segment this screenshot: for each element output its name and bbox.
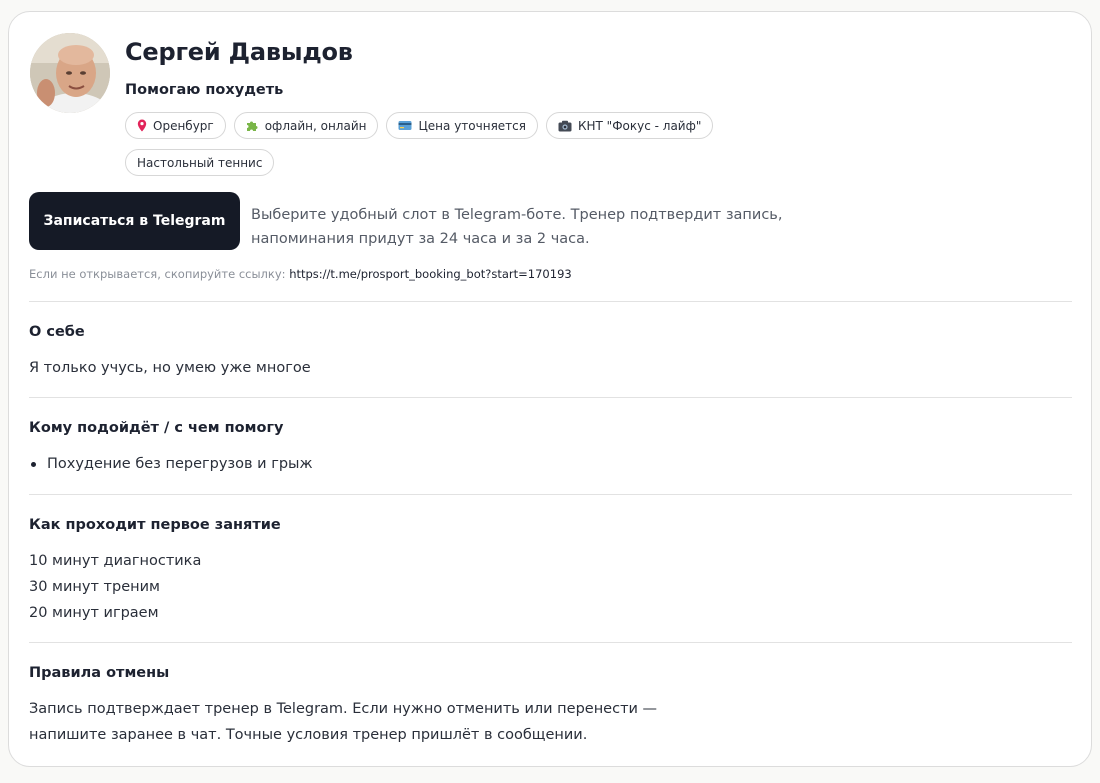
divider — [29, 397, 1072, 398]
list-item: 20 минут играем — [29, 605, 159, 621]
cancel-policy-text: Запись подтверждает тренер в Telegram. Е… — [29, 696, 657, 748]
cancel-policy-title: Правила отмены — [29, 665, 170, 681]
chip-label: Настольный теннис — [137, 155, 263, 170]
booking-hint: Выберите удобный слот в Telegram-боте. Т… — [251, 203, 811, 251]
fallback-label: Если не открывается, скопируйте ссылку: — [29, 267, 290, 281]
tag-list: Оренбург офлайн, онлайн Цена уточняется … — [125, 112, 725, 176]
list-item: 10 минут диагностика — [29, 553, 202, 569]
trainer-profile-card: Сергей Давыдов Помогаю похудеть Оренбург… — [8, 11, 1092, 767]
chip-label: Оренбург — [153, 118, 214, 133]
puzzle-icon — [246, 119, 259, 132]
cancel-policy-line: Запись подтверждает тренер в Telegram. Е… — [29, 701, 658, 717]
divider — [29, 642, 1072, 643]
price-chip: Цена уточняется — [386, 112, 538, 139]
trainer-name: Сергей Давыдов — [125, 38, 353, 66]
booking-hint-line: Выберите удобный слот в Telegram-боте. Т… — [251, 207, 783, 223]
list-item: 30 минут треним — [29, 579, 160, 595]
fallback-link-note: Если не открывается, скопируйте ссылку: … — [29, 267, 572, 281]
format-chip: офлайн, онлайн — [233, 112, 379, 139]
camera-icon — [558, 120, 572, 132]
list-item: Похудение без перегрузов и грыж — [29, 451, 313, 477]
booking-hint-line: напоминания придут за 24 часа и за 2 час… — [251, 231, 590, 247]
cancel-policy-line: напишите заранее в чат. Точные условия т… — [29, 727, 588, 743]
city-chip: Оренбург — [125, 112, 226, 139]
pin-icon — [137, 119, 147, 132]
gym-chip: КНТ "Фокус - лайф" — [545, 112, 714, 139]
about-text: Я только учусь, но умею уже многое — [29, 360, 311, 376]
sport-chip: Настольный теннис — [125, 149, 275, 176]
trainer-tagline: Помогаю похудеть — [125, 82, 284, 98]
avatar — [30, 33, 110, 113]
chip-label: КНТ "Фокус - лайф" — [577, 118, 702, 133]
chip-label: Цена уточняется — [418, 118, 526, 133]
telegram-booking-button[interactable]: Записаться в Telegram — [29, 192, 240, 250]
about-title: О себе — [29, 324, 85, 340]
booking-bot-link[interactable]: https://t.me/prosport_booking_bot?start=… — [289, 267, 572, 281]
chip-label: офлайн, онлайн — [264, 118, 367, 133]
first-session-steps: 10 минут диагностика 30 минут треним 20 … — [29, 548, 201, 626]
first-session-title: Как проходит первое занятие — [29, 517, 281, 533]
audience-list: Похудение без перегрузов и грыж — [29, 451, 313, 477]
audience-title: Кому подойдёт / с чем помогу — [29, 420, 284, 436]
card-icon — [398, 120, 412, 131]
divider — [29, 494, 1072, 495]
divider — [29, 301, 1072, 302]
